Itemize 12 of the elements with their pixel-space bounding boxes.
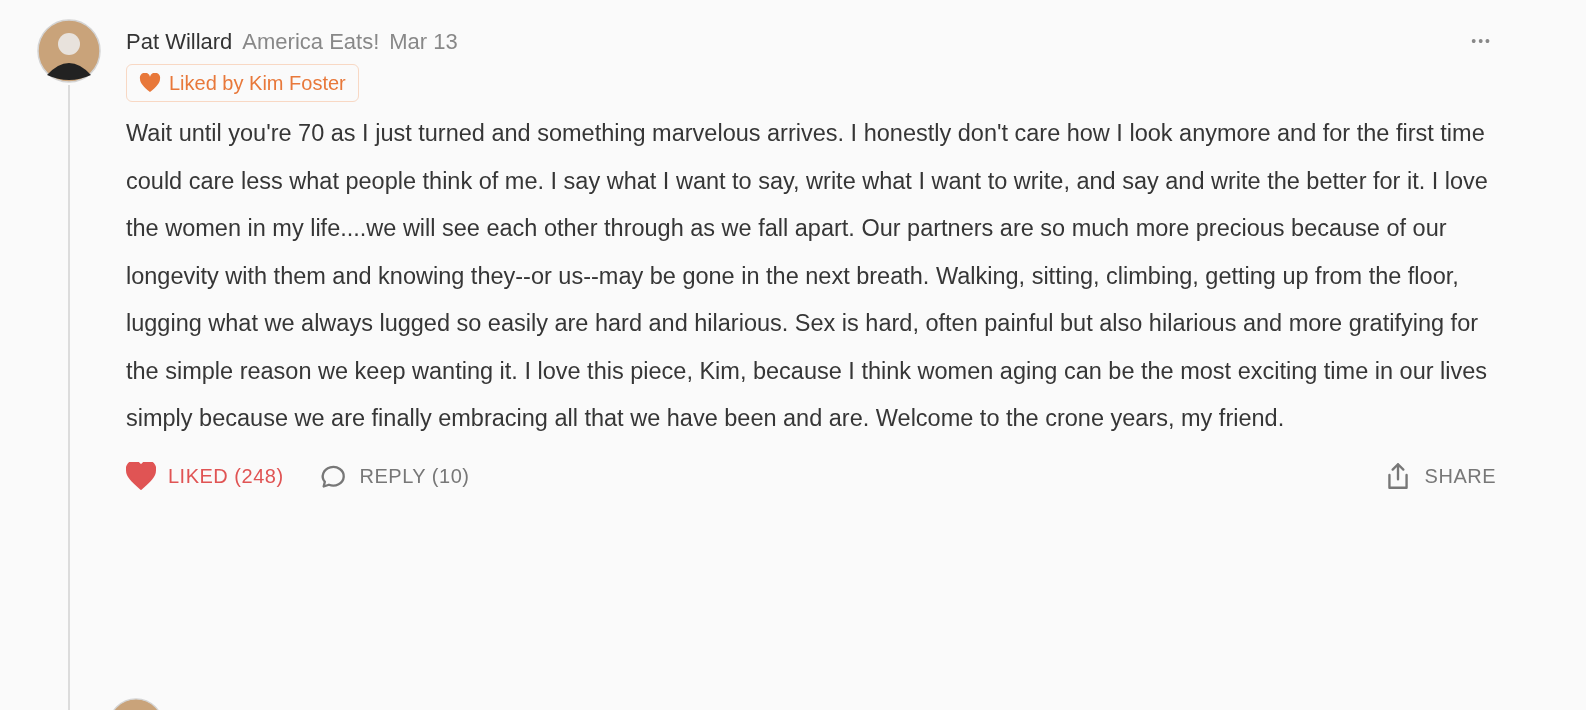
- more-button[interactable]: •••: [1471, 30, 1492, 52]
- publication-name[interactable]: America Eats!: [242, 24, 380, 58]
- share-button[interactable]: SHARE: [1384, 460, 1496, 491]
- heart-icon: [126, 461, 156, 490]
- avatar: [37, 19, 101, 83]
- like-button[interactable]: LIKED (248): [126, 460, 284, 491]
- heart-icon: [139, 73, 161, 93]
- comment-body: Wait until you're 70 as I just turned and something marvelous arrives. I honestly don't care how I look anymore and for the first time could care less what people think of me. I say what I want to say, write what I want to write, and say and write the better for it. I love the women in my life....we will see each other through as we fall apart. Our partners are so much more precious because of our longevity with them and knowing they--or us--may be gone in the next breath. Walking, sitting, climbing, getting up from the floor, lugging what we always lugged so easily are hard and hilarious. Sex is hard, often painful but also hilarious and more gratifying for the simple reason we keep wanting it. I love this piece, Kim, because I think women aging can be the most exciting time in our lives simply because we are finally embracing all that we have been and are. Welcome to the crone years, my friend.: [126, 119, 1489, 433]
- comment-date: Mar 13: [389, 27, 458, 56]
- author-name[interactable]: Pat Willard: [126, 24, 233, 58]
- liked-by-label: Liked by Kim Foster: [169, 71, 346, 96]
- reply-button[interactable]: REPLY (10): [317, 460, 470, 491]
